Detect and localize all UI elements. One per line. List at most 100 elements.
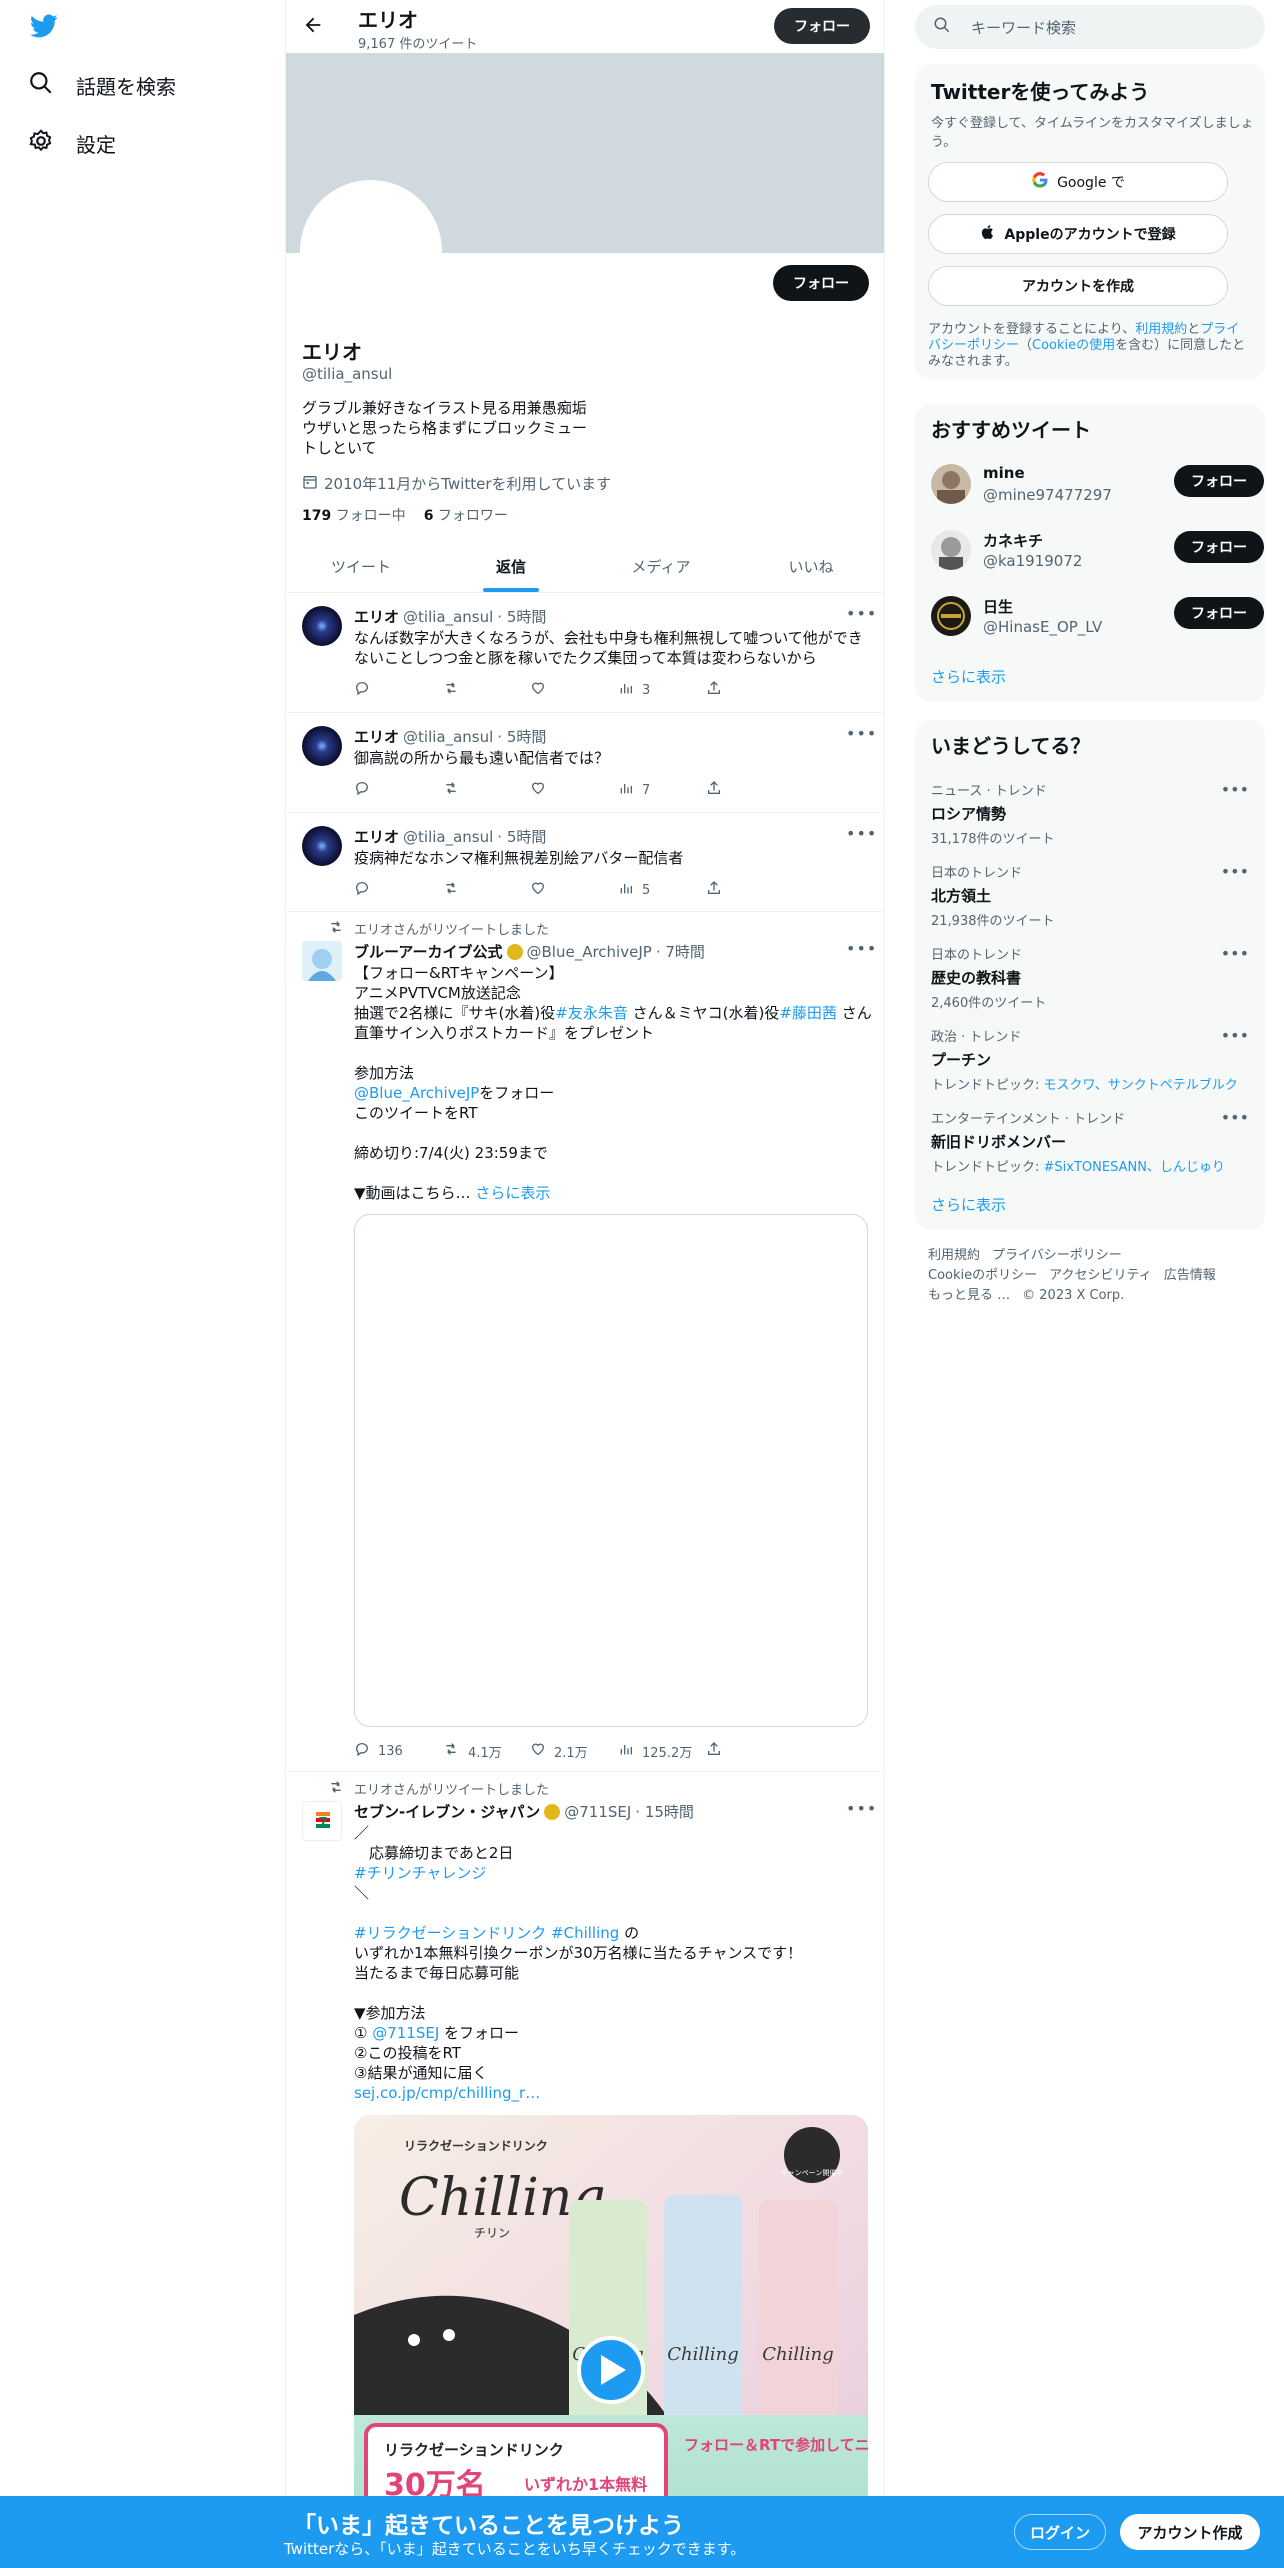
- footer-cookie-link[interactable]: Cookieのポリシー: [928, 1268, 1037, 1283]
- tweet-author-handle[interactable]: @tilia_ansul: [403, 728, 493, 746]
- tweet-avatar[interactable]: [302, 941, 342, 981]
- hashtag-link[interactable]: #友永朱音: [555, 1004, 628, 1022]
- recommended-name[interactable]: カネキチ: [983, 530, 1043, 551]
- share-button[interactable]: [706, 1741, 794, 1761]
- reply-button[interactable]: [354, 780, 442, 800]
- tweet-avatar[interactable]: [302, 606, 342, 646]
- mention-link[interactable]: @Blue_ArchiveJP: [354, 1084, 479, 1102]
- views-button[interactable]: 3: [618, 680, 706, 700]
- recommended-user[interactable]: 日生 @HinasE_OP_LV フォロー: [931, 594, 1264, 642]
- trend-item[interactable]: ニュース · トレンド ロシア情勢 31,178件のツイート •••: [931, 780, 1249, 847]
- tweet-avatar[interactable]: [302, 826, 342, 866]
- like-button[interactable]: [530, 680, 618, 700]
- like-button[interactable]: 2.1万: [530, 1741, 618, 1761]
- following-link[interactable]: 179 フォロー中: [302, 505, 406, 525]
- footer-more-link[interactable]: もっと見る …: [928, 1288, 1010, 1303]
- tab-likes[interactable]: いいね: [736, 540, 884, 592]
- tweet[interactable]: エリオさんがリツイートしました 7 セブン‐イレブン・ジャパン @711SEJ …: [286, 1773, 884, 2568]
- play-button-icon[interactable]: [577, 2336, 645, 2404]
- views-button[interactable]: 125.2万: [618, 1741, 706, 1761]
- tweet-time[interactable]: · 5時間: [497, 726, 546, 747]
- trend-item[interactable]: 政治 · トレンド プーチン トレンドトピック: モスクワ、サンクトペテルブルク…: [931, 1026, 1249, 1093]
- avatar[interactable]: [931, 596, 971, 636]
- nav-explore[interactable]: 話題を検索: [28, 70, 176, 101]
- follow-button[interactable]: フォロー: [1174, 531, 1264, 563]
- retweet-context-text[interactable]: エリオさんがリツイートしました: [354, 919, 549, 938]
- share-button[interactable]: [706, 680, 794, 700]
- twitter-logo-icon[interactable]: [28, 12, 60, 44]
- tweet-author-handle[interactable]: @711SEJ: [564, 1803, 631, 1821]
- mention-link[interactable]: @711SEJ: [372, 2024, 439, 2042]
- like-button[interactable]: [530, 880, 618, 900]
- share-button[interactable]: [706, 780, 794, 800]
- tab-replies[interactable]: 返信: [436, 540, 586, 592]
- tweet-author-name[interactable]: エリオ: [354, 726, 399, 747]
- hashtag-link[interactable]: #藤田茜: [779, 1004, 837, 1022]
- avatar[interactable]: [931, 464, 971, 504]
- footer-accessibility-link[interactable]: アクセシビリティ: [1049, 1268, 1152, 1283]
- retweet-button[interactable]: [442, 880, 530, 900]
- tweet-avatar[interactable]: 7: [302, 1801, 342, 1841]
- google-signup-button[interactable]: Google で: [928, 162, 1228, 202]
- more-icon[interactable]: •••: [1221, 862, 1249, 881]
- profile-follow-button[interactable]: フォロー: [773, 265, 869, 301]
- header-follow-button[interactable]: フォロー: [774, 8, 870, 44]
- tweet-author-name[interactable]: ブルーアーカイブ公式: [354, 941, 503, 962]
- reply-button[interactable]: [354, 880, 442, 900]
- create-account-button[interactable]: アカウントを作成: [928, 266, 1228, 306]
- more-icon[interactable]: •••: [846, 724, 877, 743]
- show-more-link[interactable]: さらに表示: [931, 666, 1006, 687]
- terms-link[interactable]: 利用規約: [1135, 322, 1187, 337]
- avatar[interactable]: [931, 530, 971, 570]
- tweet[interactable]: エリオさんがリツイートしました ブルーアーカイブ公式 @Blue_Archive…: [286, 913, 884, 1772]
- followers-link[interactable]: 6 フォロワー: [424, 505, 508, 525]
- tab-tweets[interactable]: ツイート: [286, 540, 436, 592]
- tweet-author-name[interactable]: エリオ: [354, 606, 399, 627]
- share-button[interactable]: [706, 880, 794, 900]
- tweet-author-handle[interactable]: @tilia_ansul: [403, 608, 493, 626]
- views-button[interactable]: 5: [618, 880, 706, 900]
- cookie-link[interactable]: Cookieの使用: [1032, 338, 1115, 353]
- video-player[interactable]: [354, 1214, 868, 1727]
- login-button[interactable]: ログイン: [1014, 2514, 1106, 2550]
- follow-button[interactable]: フォロー: [1174, 465, 1264, 497]
- tweet-time[interactable]: · 5時間: [497, 606, 546, 627]
- reply-button[interactable]: 136: [354, 1741, 442, 1761]
- tweet-time[interactable]: · 7時間: [656, 941, 705, 962]
- external-link[interactable]: sej.co.jp/cmp/chilling_r…: [354, 2083, 874, 2103]
- footer-privacy-link[interactable]: プライバシーポリシー: [992, 1248, 1122, 1263]
- footer-ads-link[interactable]: 広告情報: [1164, 1268, 1216, 1283]
- more-icon[interactable]: •••: [846, 1799, 877, 1818]
- more-icon[interactable]: •••: [846, 824, 877, 843]
- hashtag-link[interactable]: #チリンチャレンジ: [354, 1863, 874, 1883]
- retweet-button[interactable]: [442, 680, 530, 700]
- trend-item[interactable]: 日本のトレンド 北方領土 21,938件のツイート •••: [931, 862, 1249, 929]
- trend-topic-links[interactable]: モスクワ、サンクトペテルブルク: [1044, 1078, 1238, 1093]
- more-icon[interactable]: •••: [846, 939, 877, 958]
- retweet-button[interactable]: 4.1万: [442, 1741, 530, 1761]
- tweet[interactable]: エリオ @tilia_ansul · 5時間 ••• 疫病神だなホンマ権利無視差…: [286, 814, 884, 912]
- follow-button[interactable]: フォロー: [1174, 597, 1264, 629]
- recommended-user[interactable]: mine @mine97477297 フォロー: [931, 462, 1264, 510]
- tweet-avatar[interactable]: [302, 726, 342, 766]
- more-icon[interactable]: •••: [1221, 1026, 1249, 1045]
- more-icon[interactable]: •••: [846, 604, 877, 623]
- views-button[interactable]: 7: [618, 780, 706, 800]
- more-icon[interactable]: •••: [1221, 1108, 1249, 1127]
- tweet-author-handle[interactable]: @tilia_ansul: [403, 828, 493, 846]
- footer-terms-link[interactable]: 利用規約: [928, 1248, 980, 1263]
- reply-button[interactable]: [354, 680, 442, 700]
- apple-signup-button[interactable]: Appleのアカウントで登録: [928, 214, 1228, 254]
- retweet-context-text[interactable]: エリオさんがリツイートしました: [354, 1779, 549, 1798]
- recommended-name[interactable]: 日生: [983, 596, 1013, 617]
- retweet-button[interactable]: [442, 780, 530, 800]
- show-more-link[interactable]: さらに表示: [475, 1184, 550, 1202]
- hashtag-link[interactable]: #リラクゼーションドリンク #Chilling: [354, 1924, 619, 1942]
- profile-avatar[interactable]: [300, 180, 442, 322]
- search-box[interactable]: キーワード検索: [915, 5, 1265, 49]
- recommended-name[interactable]: mine: [983, 464, 1025, 482]
- tweet-author-handle[interactable]: @Blue_ArchiveJP: [527, 943, 652, 961]
- tab-media[interactable]: メディア: [586, 540, 736, 592]
- back-arrow-icon[interactable]: [302, 14, 324, 40]
- recommended-user[interactable]: カネキチ @ka1919072 フォロー: [931, 528, 1264, 576]
